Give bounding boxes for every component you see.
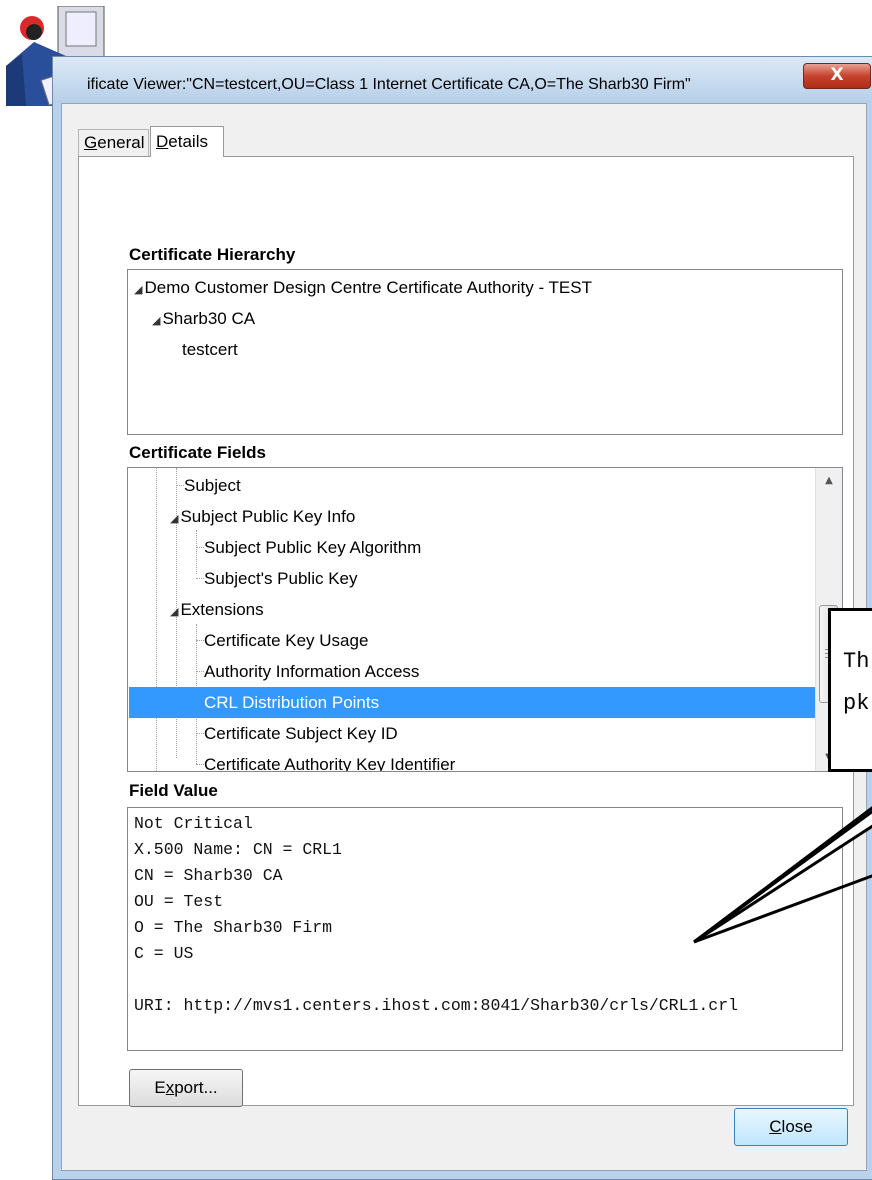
callout-pointer bbox=[693, 806, 872, 944]
tab-details-label: etails bbox=[168, 132, 208, 151]
callout-text: pk bbox=[843, 691, 870, 716]
tab-details[interactable]: Details bbox=[150, 126, 224, 157]
callout-text: Th bbox=[843, 649, 870, 674]
tab-details-accel: D bbox=[156, 132, 169, 151]
callout-box: Th pk bbox=[828, 608, 872, 772]
